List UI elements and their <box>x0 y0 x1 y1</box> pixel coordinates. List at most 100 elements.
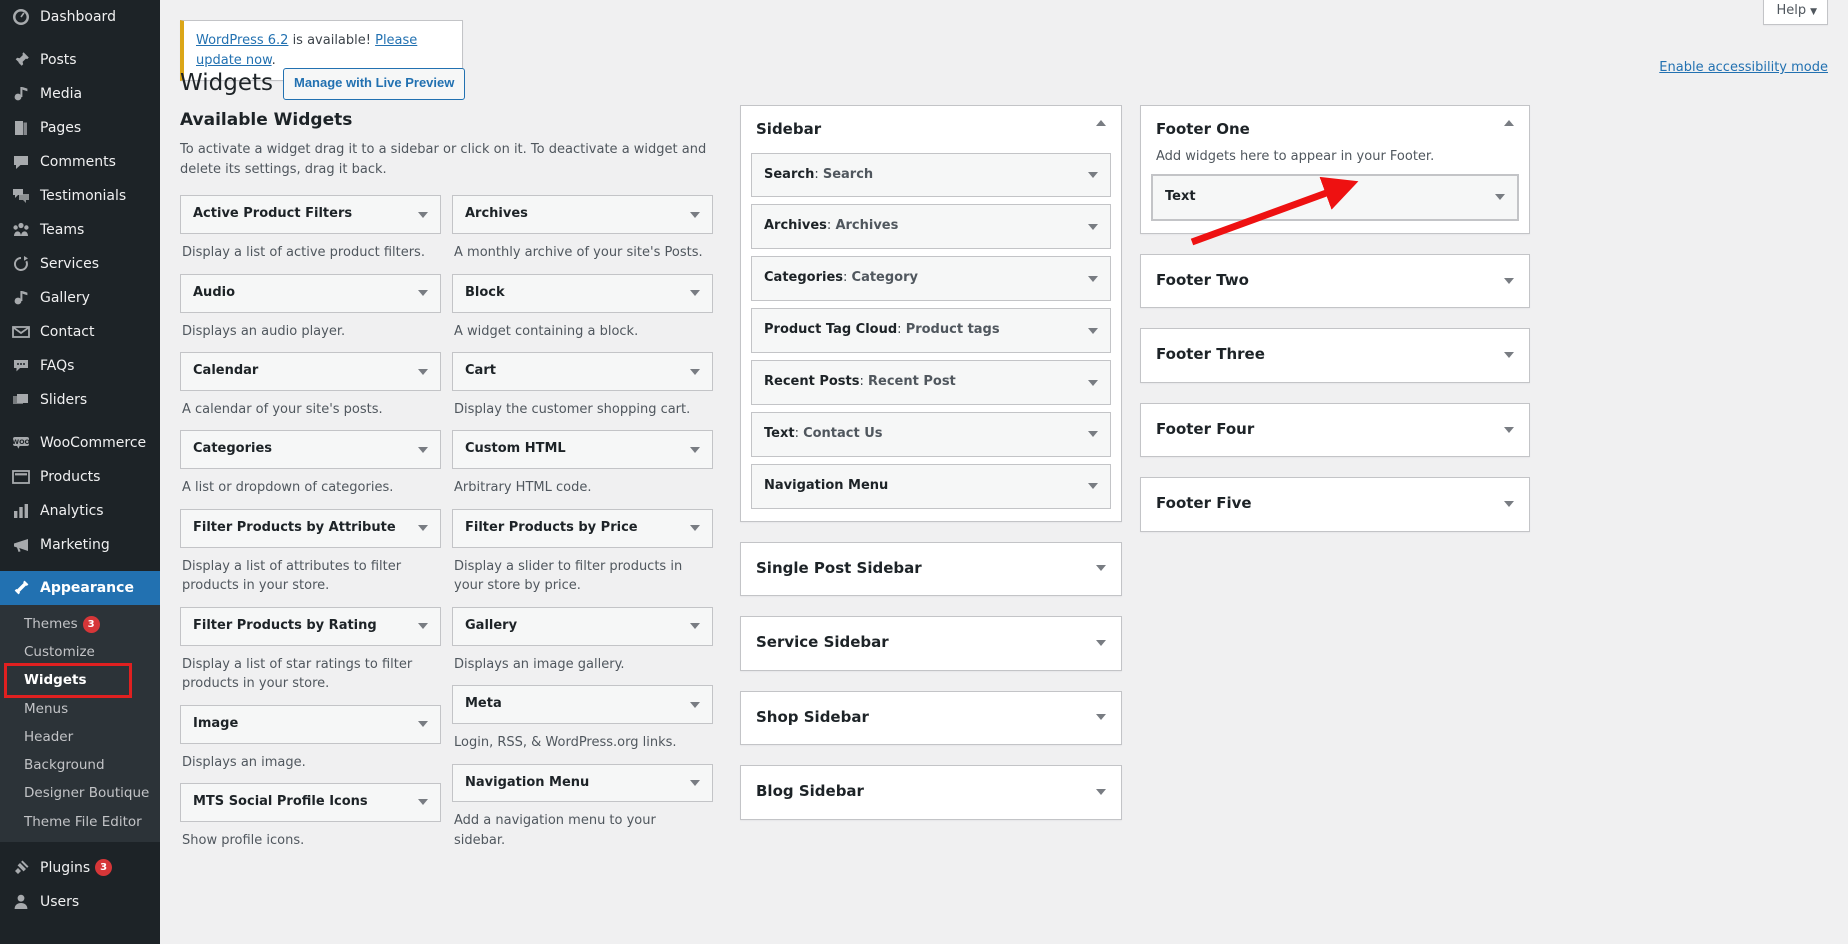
chevron-down-icon[interactable] <box>1504 277 1514 284</box>
sidebar-item-products[interactable]: Products <box>0 460 160 494</box>
sidebar-panel-header[interactable]: Footer Three <box>1141 329 1529 382</box>
widget-card-header[interactable]: Gallery <box>453 608 712 645</box>
widget-card-header[interactable]: Navigation Menu <box>453 765 712 802</box>
chevron-down-icon[interactable] <box>418 721 428 728</box>
submenu-item-theme-file-editor[interactable]: Theme File Editor <box>0 808 160 836</box>
chevron-down-icon[interactable] <box>418 368 428 375</box>
assigned-widget-row[interactable]: Search: Search <box>751 152 1111 198</box>
sidebar-item-faqs[interactable]: FAQs <box>0 349 160 383</box>
widget-card-header[interactable]: Custom HTML <box>453 431 712 468</box>
chevron-up-icon[interactable] <box>1504 120 1514 126</box>
enable-accessibility-mode-link[interactable]: Enable accessibility mode <box>1659 60 1828 75</box>
appearance-submenu[interactable]: Themes 3 Customize Widgets Menus Header Backgr… <box>0 605 160 842</box>
chevron-down-icon[interactable] <box>690 623 700 630</box>
submenu-item-designer-boutique[interactable]: Designer Boutique <box>0 779 160 807</box>
sidebar-panel-header[interactable]: Footer Four <box>1141 404 1529 457</box>
chevron-down-icon[interactable] <box>690 525 700 532</box>
sidebar-panel-header[interactable]: Single Post Sidebar <box>741 543 1121 596</box>
widget-card[interactable]: Filter Products by Price <box>452 508 713 548</box>
widget-card[interactable]: Calendar <box>180 352 441 391</box>
sidebar-panel-header[interactable]: Footer Two <box>1141 255 1529 308</box>
widget-card-header[interactable]: Filter Products by Rating <box>181 608 440 645</box>
sidebar-item-woocommerce[interactable]: WOO WooCommerce <box>0 426 160 460</box>
widget-card[interactable]: Navigation Menu <box>452 763 713 803</box>
chevron-down-icon[interactable] <box>418 799 428 806</box>
sidebar-item-marketing[interactable]: Marketing <box>0 528 160 562</box>
chevron-down-icon[interactable] <box>1504 352 1514 359</box>
sidebar-item-teams[interactable]: Teams <box>0 213 160 247</box>
widget-card[interactable]: Cart <box>452 352 713 391</box>
sidebar-panel-header[interactable]: Service Sidebar <box>741 617 1121 670</box>
widget-card-header[interactable]: Block <box>453 275 712 312</box>
sidebar-panel-header[interactable]: Shop Sidebar <box>741 692 1121 745</box>
chevron-down-icon[interactable] <box>690 701 700 708</box>
chevron-down-icon[interactable] <box>1504 426 1514 433</box>
sidebar-panel-header[interactable]: Sidebar <box>741 106 1121 153</box>
chevron-down-icon[interactable] <box>1088 431 1098 438</box>
widget-card-header[interactable]: Meta <box>453 686 712 723</box>
widget-card-header[interactable]: Image <box>181 706 440 743</box>
sidebar-item-dashboard[interactable]: Dashboard <box>0 0 160 34</box>
chevron-up-icon[interactable] <box>1096 120 1106 126</box>
sidebar-item-plugins[interactable]: Plugins 3 <box>0 851 160 885</box>
sidebar-item-gallery[interactable]: Gallery <box>0 281 160 315</box>
sidebar-item-sliders[interactable]: Sliders <box>0 383 160 417</box>
chevron-down-icon[interactable] <box>690 211 700 218</box>
sidebar-item-services[interactable]: Services <box>0 247 160 281</box>
widget-card[interactable]: Audio <box>180 273 441 313</box>
widget-card-header[interactable]: Cart <box>453 353 712 390</box>
widget-card[interactable]: Image <box>180 704 441 744</box>
sidebar-item-contact[interactable]: Contact <box>0 315 160 349</box>
widget-card[interactable]: Filter Products by Rating <box>180 606 441 646</box>
widget-card[interactable]: Active Product Filters <box>180 195 441 235</box>
sidebar-panel-header[interactable]: Blog Sidebar <box>741 766 1121 819</box>
widget-card[interactable]: Filter Products by Attribute <box>180 508 441 548</box>
widget-card-header[interactable]: Calendar <box>181 353 440 390</box>
submenu-item-widgets[interactable]: Widgets <box>0 666 160 694</box>
sidebar-panel-header[interactable]: Footer Five <box>1141 478 1529 531</box>
chevron-down-icon[interactable] <box>1088 223 1098 230</box>
help-tab-button[interactable]: Help ▼ <box>1763 0 1828 25</box>
assigned-widget-row[interactable]: Text <box>1151 174 1519 221</box>
chevron-down-icon[interactable] <box>690 446 700 453</box>
assigned-widget-row[interactable]: Archives: Archives <box>751 204 1111 250</box>
chevron-down-icon[interactable] <box>1088 379 1098 386</box>
wordpress-version-link[interactable]: WordPress 6.2 <box>196 33 288 48</box>
widget-card[interactable]: Custom HTML <box>452 430 713 470</box>
submenu-item-themes[interactable]: Themes 3 <box>0 610 160 638</box>
widget-card[interactable]: Block <box>452 273 713 313</box>
assigned-widget-row[interactable]: Product Tag Cloud: Product tags <box>751 308 1111 354</box>
sidebar-item-comments[interactable]: Comments <box>0 145 160 179</box>
submenu-item-customize[interactable]: Customize <box>0 638 160 666</box>
chevron-down-icon[interactable] <box>1096 565 1106 572</box>
widget-card-header[interactable]: Audio <box>181 275 440 312</box>
chevron-down-icon[interactable] <box>418 446 428 453</box>
chevron-down-icon[interactable] <box>1495 194 1505 201</box>
sidebar-item-testimonials[interactable]: Testimonials <box>0 179 160 213</box>
assigned-widget-row[interactable]: Text: Contact Us <box>751 411 1111 457</box>
sidebar-item-posts[interactable]: Posts <box>0 43 160 77</box>
sidebar-item-pages[interactable]: Pages <box>0 111 160 145</box>
chevron-down-icon[interactable] <box>1088 327 1098 334</box>
chevron-down-icon[interactable] <box>1096 639 1106 646</box>
manage-with-live-preview-button[interactable]: Manage with Live Preview <box>282 68 466 100</box>
chevron-down-icon[interactable] <box>418 623 428 630</box>
sidebar-item-appearance[interactable]: Appearance <box>0 571 160 605</box>
chevron-down-icon[interactable] <box>1504 501 1514 508</box>
chevron-down-icon[interactable] <box>418 525 428 532</box>
admin-sidebar[interactable]: Dashboard Posts Media Pages Comments Testimon… <box>0 0 160 944</box>
chevron-down-icon[interactable] <box>690 779 700 786</box>
widget-card[interactable]: Gallery <box>452 606 713 646</box>
chevron-down-icon[interactable] <box>690 290 700 297</box>
sidebar-item-media[interactable]: Media <box>0 77 160 111</box>
sidebar-item-analytics[interactable]: Analytics <box>0 494 160 528</box>
assigned-widget-row[interactable]: Navigation Menu <box>751 463 1111 509</box>
submenu-item-menus[interactable]: Menus <box>0 695 160 723</box>
chevron-down-icon[interactable] <box>1088 483 1098 490</box>
chevron-down-icon[interactable] <box>1088 171 1098 178</box>
widget-card-header[interactable]: Archives <box>453 196 712 233</box>
assigned-widget-row[interactable]: Categories: Category <box>751 256 1111 302</box>
widget-card-header[interactable]: Filter Products by Attribute <box>181 510 440 547</box>
widget-card-header[interactable]: Categories <box>181 431 440 468</box>
widget-card[interactable]: MTS Social Profile Icons <box>180 783 441 822</box>
